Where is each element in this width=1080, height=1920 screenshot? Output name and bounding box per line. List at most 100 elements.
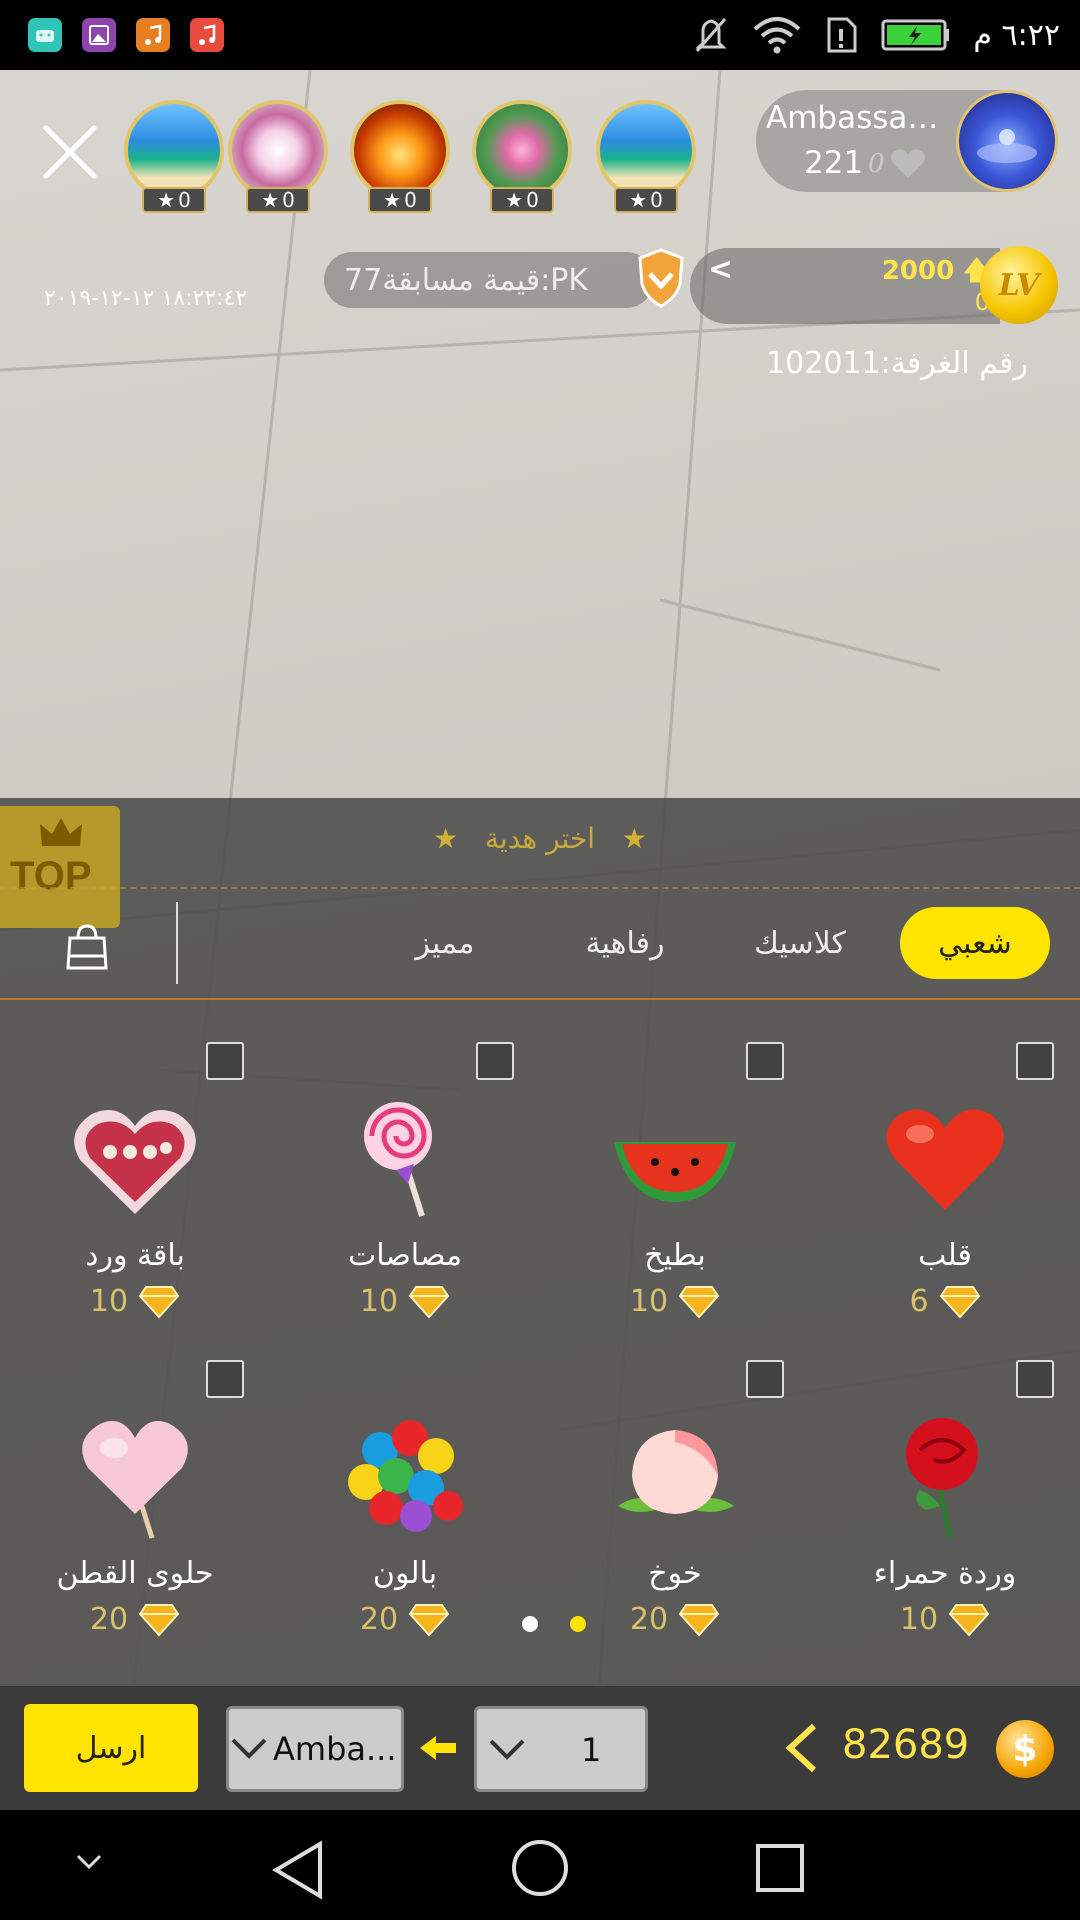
viewer-level-badge: ★ 0: [246, 187, 310, 213]
effect-icon: [206, 1042, 244, 1080]
effect-icon: [746, 1042, 784, 1080]
effect-icon: [1016, 1042, 1054, 1080]
divider: [176, 902, 178, 984]
effect-icon: [1016, 1360, 1054, 1398]
diamond-icon: [408, 1285, 450, 1318]
back-icon[interactable]: [270, 1840, 326, 1900]
gift-item[interactable]: وردة حمراء 10: [810, 1360, 1080, 1690]
clock: ٦:٢٢ م: [973, 17, 1060, 53]
gift-item[interactable]: بطيخ 10: [540, 1042, 810, 1372]
level-pill[interactable]: < 2000 🡅 0: [690, 248, 1000, 324]
music-app-icon: [136, 18, 170, 52]
diamond-icon: [678, 1603, 720, 1636]
star-icon: ★: [505, 188, 524, 212]
pk-value-pill[interactable]: قيمة مسابقة77:PK: [324, 252, 654, 308]
coin-icon[interactable]: $: [996, 1720, 1054, 1778]
pk-label: قيمة مسابقة77:PK: [344, 262, 589, 298]
star-icon: ★: [433, 822, 459, 855]
viewer-level-badge: ★ 0: [368, 187, 432, 213]
gift-item[interactable]: قلب 6: [810, 1042, 1080, 1372]
cotton-candy-gift-icon: [82, 1421, 188, 1539]
top-label: TOP: [10, 854, 92, 898]
sim-alert-icon: [827, 17, 857, 53]
divider: [0, 998, 1080, 1000]
gift-item[interactable]: مصاصات 10: [270, 1042, 540, 1372]
gift-item[interactable]: باقة ورد 10: [0, 1042, 270, 1372]
viewer-avatar[interactable]: ★ 0: [228, 100, 328, 213]
heart-icon: [890, 149, 925, 178]
host-card[interactable]: Ambassad... 221 0: [756, 90, 1058, 192]
chevron-left-icon: <: [708, 252, 734, 287]
viewer-level-badge: ★ 0: [614, 187, 678, 213]
chevron-down-icon[interactable]: [74, 1852, 104, 1872]
gift-item[interactable]: حلوى القطن 20: [0, 1360, 270, 1690]
effect-icon: [476, 1042, 514, 1080]
tab-special[interactable]: مميز: [400, 907, 490, 979]
watermelon-gift-icon: [614, 1142, 736, 1202]
diamond-icon: [678, 1285, 720, 1318]
recipient-select[interactable]: Amba...: [226, 1706, 404, 1792]
chevron-left-icon[interactable]: [784, 1722, 820, 1774]
host-fan-count: 221: [804, 145, 864, 181]
page-indicator-dot-active[interactable]: [570, 1616, 586, 1632]
quantity-select[interactable]: 1: [474, 1706, 648, 1792]
effect-icon: [746, 1360, 784, 1398]
red-rose-gift-icon: [906, 1418, 978, 1539]
gallery-app-icon: [82, 18, 116, 52]
tab-luxury[interactable]: رفاهية: [570, 907, 680, 979]
shield-icon: [638, 248, 684, 308]
level-badge: LV: [980, 246, 1058, 324]
diamond-icon: [939, 1285, 980, 1318]
diamond-icon: [948, 1603, 990, 1636]
live-video-stage: ★ 0 ★ 0 ★ 0 ★ 0 ★ 0 Ambassad... 221 0 قيمة مس…: [0, 70, 1080, 1810]
status-bar: ٦:٢٢ م: [0, 0, 1080, 70]
star-icon: ★: [261, 188, 280, 212]
host-name: Ambassad...: [766, 100, 956, 136]
stream-date: ١٨:٢٢:٤٢ ١٢-١٢-٢٠١٩: [44, 286, 248, 311]
gift-panel-title: ★ اختر هدية ★: [433, 822, 647, 855]
viewer-avatar[interactable]: ★ 0: [596, 100, 696, 213]
diamond-icon: [138, 1285, 180, 1318]
star-icon: ★: [157, 188, 176, 212]
viewer-level-badge: ★ 0: [142, 187, 206, 213]
bag-icon[interactable]: [64, 922, 110, 970]
music-app-icon-2: [190, 18, 224, 52]
peach-gift-icon: [618, 1430, 734, 1514]
star-icon: ★: [621, 822, 647, 855]
heart-gift-icon: [886, 1109, 1004, 1210]
android-app-icon: [28, 18, 62, 52]
diamond-icon: [138, 1603, 180, 1636]
navigation-bar: [0, 1810, 1080, 1920]
close-button[interactable]: [38, 120, 102, 184]
viewer-level-badge: ★ 0: [490, 187, 554, 213]
star-icon: ★: [383, 188, 402, 212]
page-indicator-dot[interactable]: [522, 1616, 538, 1632]
rose-box-gift-icon: [74, 1110, 196, 1214]
host-hearts: 0: [868, 148, 927, 180]
lollipop-gift-icon: [364, 1102, 432, 1217]
wifi-icon: [754, 17, 801, 54]
viewer-avatar[interactable]: ★ 0: [350, 100, 450, 213]
chevron-down-icon: [231, 1738, 267, 1759]
gift-item[interactable]: بالون 20: [270, 1360, 540, 1690]
home-icon[interactable]: [510, 1838, 570, 1898]
recents-icon[interactable]: [754, 1842, 806, 1894]
gift-item[interactable]: خوخ 20: [540, 1360, 810, 1690]
effect-icon: [206, 1360, 244, 1398]
battery-charging-icon: [881, 19, 950, 51]
mute-icon: [695, 18, 728, 52]
balloons-gift-icon: [348, 1420, 463, 1532]
chevron-down-icon: [489, 1739, 525, 1760]
tab-popular[interactable]: شعبي: [900, 907, 1050, 979]
star-icon: ★: [629, 188, 648, 212]
divider: [0, 887, 1080, 889]
viewer-avatar[interactable]: ★ 0: [124, 100, 224, 213]
diamond-icon: [408, 1603, 450, 1636]
coin-balance: 82689: [842, 1722, 970, 1768]
send-button[interactable]: ارسل: [24, 1704, 198, 1792]
viewer-avatar[interactable]: ★ 0: [472, 100, 572, 213]
tab-classic[interactable]: كلاسيك: [740, 907, 860, 979]
room-number: رقم الغرفة:102011: [766, 346, 1028, 381]
arrow-left-icon: [420, 1736, 456, 1760]
host-avatar[interactable]: [956, 90, 1058, 192]
